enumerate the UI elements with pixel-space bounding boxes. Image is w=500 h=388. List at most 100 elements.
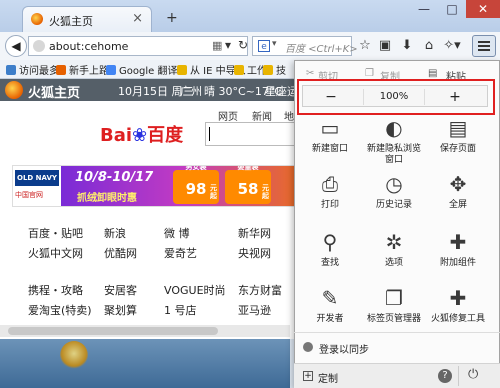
menu-item-label: 打印: [320, 200, 339, 210]
back-button[interactable]: ◀: [5, 35, 27, 57]
menu-item-puzzle[interactable]: ✚ 附加组件: [428, 230, 488, 269]
bookmark-tech[interactable]: 技: [263, 62, 286, 77]
tab-close-icon[interactable]: ×: [132, 11, 143, 26]
site-link[interactable]: 百度・贴吧: [28, 225, 83, 241]
menu-item-wrench[interactable]: ✎ 开发者: [300, 286, 360, 325]
menu-item-label: 选项: [384, 258, 403, 268]
site-link[interactable]: 央视网: [238, 245, 271, 261]
site-link[interactable]: 东方财富: [238, 282, 282, 298]
bookmark-star-icon[interactable]: ☆: [356, 36, 374, 56]
page-header-title: 火狐主页: [28, 86, 81, 101]
puzzle-icon: ✚: [449, 230, 467, 254]
menu-item-label: 标签页管理器: [366, 314, 421, 324]
site-link[interactable]: 安居客: [104, 282, 137, 298]
bookmark-folder-icon: [6, 65, 16, 75]
baidu-tab-map[interactable]: 地: [284, 108, 294, 123]
bookmark-google-translate[interactable]: Google 翻译: [106, 62, 177, 77]
site-link[interactable]: 火狐中文网: [28, 245, 83, 261]
bookmark-getting-started[interactable]: 新手上路: [56, 62, 109, 77]
home-icon[interactable]: ⌂: [420, 36, 438, 56]
site-link[interactable]: 爱奇艺: [164, 245, 197, 261]
gear-icon: ✲: [385, 230, 403, 254]
engine-dropdown-icon[interactable]: ▾: [272, 39, 277, 49]
close-window-button[interactable]: ✕: [466, 0, 500, 18]
menu-item-label: 新建隐私浏览窗口: [366, 144, 421, 165]
new-window-icon: ▭: [320, 116, 340, 140]
site-link[interactable]: 新浪: [104, 225, 126, 241]
maximize-button[interactable]: □: [438, 0, 466, 18]
reload-icon[interactable]: ↻: [238, 38, 248, 52]
qr-code-icon[interactable]: ▦: [212, 39, 222, 52]
menu-item-label: 新建窗口: [311, 144, 348, 154]
baidu-tab-web[interactable]: 网页: [218, 108, 238, 123]
tab-firefox-home[interactable]: 火狐主页 ×: [22, 6, 152, 32]
bookmark-most-visited[interactable]: 访问最多: [6, 62, 59, 77]
site-link[interactable]: 携程・攻略: [28, 282, 83, 298]
site-link[interactable]: 爱淘宝(特卖): [28, 302, 92, 318]
menu-item-gear[interactable]: ✲ 选项: [364, 230, 424, 269]
ad-banner[interactable]: OLD NAVY 中国官网 10/8-10/17 抓绒卸眼时惠 男女装 98 元…: [12, 165, 295, 207]
bookmark-folder-icon: [106, 65, 116, 75]
menu-item-fullscreen[interactable]: ✥ 全屏: [428, 172, 488, 211]
site-link[interactable]: 微 博: [164, 225, 190, 241]
help-button[interactable]: ?: [438, 369, 452, 383]
site-link[interactable]: 新华网: [238, 225, 271, 241]
open-menu-button[interactable]: [472, 35, 496, 57]
search-engine-icon[interactable]: e: [258, 40, 270, 52]
menu-item-history-clock[interactable]: ◷ 历史记录: [364, 172, 424, 211]
site-link[interactable]: 聚划算: [104, 302, 137, 318]
baidu-tab-news[interactable]: 新闻: [252, 108, 272, 123]
baidu-search-input[interactable]: [205, 122, 295, 146]
menu-footer: + 定制 ? ⏻: [294, 363, 500, 388]
menu-item-label: 开发者: [316, 314, 344, 324]
menu-item-save-page[interactable]: ▤ 保存页面: [428, 116, 488, 155]
dropdown-arrow-icon[interactable]: ▾: [225, 38, 231, 52]
start-orb-icon[interactable]: [60, 341, 88, 369]
menu-item-label: 查找: [320, 258, 339, 268]
private-mask-icon: ◐: [385, 116, 403, 140]
site-link[interactable]: 优酷网: [104, 245, 137, 261]
sync-signin-button[interactable]: 登录以同步: [294, 338, 500, 360]
menu-item-private-mask[interactable]: ◐ 新建隐私浏览窗口: [364, 116, 424, 166]
search-placeholder: 百度 <Ctrl+K>: [285, 44, 358, 55]
bookmark-folder-icon: [56, 65, 66, 75]
clipboard-icon[interactable]: ▣: [376, 36, 394, 56]
zoom-reset-button[interactable]: 100%: [363, 89, 425, 105]
header-city[interactable]: 广州: [180, 83, 202, 99]
magnifier-icon: ⚲: [322, 230, 338, 254]
horizontal-scrollbar[interactable]: [0, 325, 290, 337]
bookmark-folder-icon: [177, 65, 187, 75]
menu-item-label: 附加组件: [439, 258, 476, 268]
zoom-out-button[interactable]: −: [321, 89, 341, 105]
menu-item-magnifier[interactable]: ⚲ 查找: [300, 230, 360, 269]
menu-item-new-window[interactable]: ▭ 新建窗口: [300, 116, 360, 155]
customize-plus-icon: +: [303, 371, 313, 381]
print-icon: ⎙: [322, 172, 338, 196]
menu-item-label: 火狐修复工具: [430, 314, 485, 324]
menu-item-label: 全屏: [448, 200, 467, 210]
site-link[interactable]: 1 号店: [164, 302, 197, 318]
tab-title: 火狐主页: [49, 15, 93, 28]
firefox-logo-icon: [5, 81, 23, 99]
history-clock-icon: ◷: [385, 172, 403, 196]
addon-dropdown-icon[interactable]: ✧▾: [440, 36, 464, 56]
site-link[interactable]: VOGUE时尚: [164, 282, 226, 298]
scrollbar-thumb[interactable]: [8, 327, 218, 335]
zoom-in-button[interactable]: +: [445, 89, 465, 105]
site-link[interactable]: 亚马逊: [238, 302, 271, 318]
menu-item-tab-manager[interactable]: ❐ 标签页管理器: [364, 286, 424, 325]
search-input[interactable]: e ▾ 百度 <Ctrl+K>: [252, 36, 358, 56]
menu-item-label: 历史记录: [375, 200, 412, 210]
footer-divider: [458, 366, 459, 386]
globe-icon: [33, 40, 45, 52]
menu-item-repair-kit[interactable]: ✚ 火狐修复工具: [428, 286, 488, 325]
menu-item-print[interactable]: ⎙ 打印: [300, 172, 360, 211]
sync-label: 登录以同步: [319, 345, 369, 356]
baidu-logo[interactable]: Bai❀百度: [100, 121, 183, 147]
new-tab-button[interactable]: +: [166, 10, 178, 26]
repair-kit-icon: ✚: [449, 286, 467, 310]
customize-button[interactable]: 定制: [318, 370, 338, 385]
download-icon[interactable]: ⬇: [398, 36, 416, 56]
quit-button[interactable]: ⏻: [468, 367, 478, 382]
minimize-button[interactable]: —: [410, 0, 438, 18]
